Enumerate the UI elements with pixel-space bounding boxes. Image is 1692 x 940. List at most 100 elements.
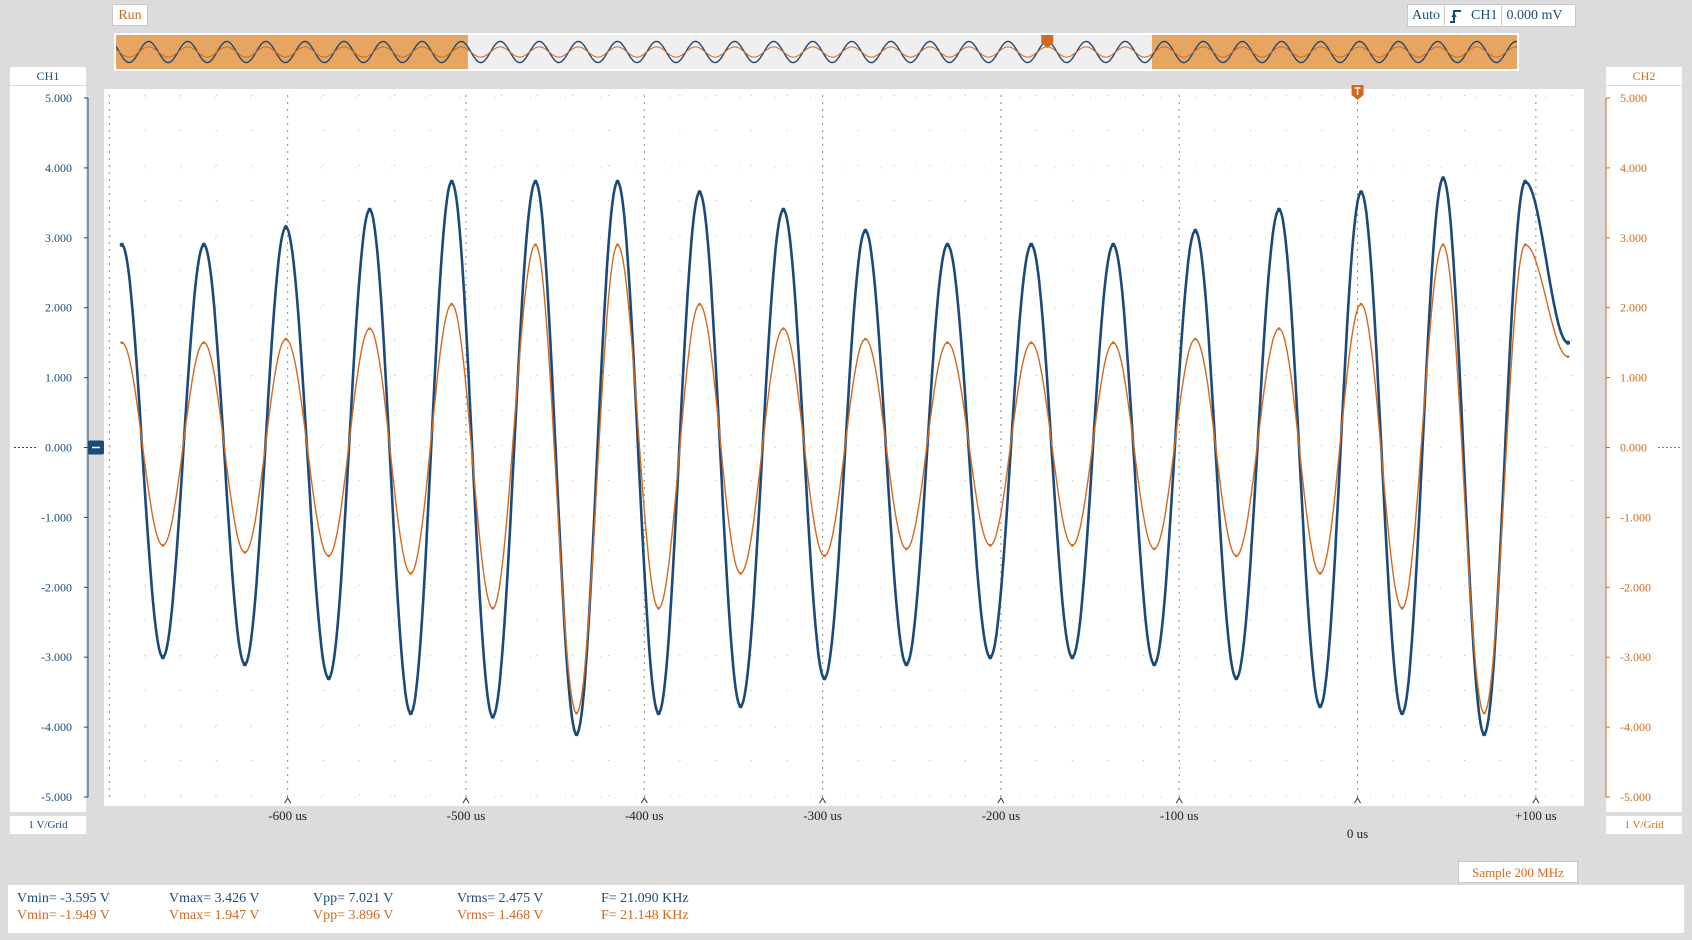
x-tick-label: -500 us	[447, 808, 486, 823]
x-tick-label: -200 us	[982, 808, 1021, 823]
ch1-y-tick-label: -5.000	[41, 790, 72, 804]
ch2-peak-point	[616, 243, 619, 247]
ch2-freq: F= 21.148 KHz	[601, 908, 689, 923]
ch2-y-tick-label: -4.000	[1620, 720, 1651, 734]
ch1-peak-point	[574, 731, 579, 737]
ch2-vmax: Vmax= 1.947 V	[169, 908, 260, 923]
ch2-y-tick-label: 1.000	[1620, 371, 1647, 385]
ch2-y-tick-label: -2.000	[1620, 580, 1651, 594]
ch2-peak-point	[863, 337, 867, 341]
ch1-y-tick-label: 1.000	[45, 371, 72, 385]
ch1-peak-point	[863, 228, 868, 234]
ch1-y-tick-label: 0.000	[45, 441, 72, 455]
ch1-peak-point	[283, 225, 289, 230]
sample-rate: Sample 200 MHz	[1458, 861, 1578, 883]
ch1-peak-point	[160, 655, 166, 660]
x-tick-label: -400 us	[625, 808, 664, 823]
ch2-vrms: Vrms= 1.468 V	[457, 908, 544, 923]
ch1-peak-point	[1193, 228, 1198, 234]
ch1-peak-point	[490, 714, 495, 719]
ch1-peak-point	[1565, 340, 1571, 345]
ch2-peak-point	[1152, 547, 1156, 551]
ch1-vmin: Vmin= -3.595 V	[17, 891, 110, 906]
ch1-peak-point	[781, 207, 786, 213]
ch1-peak-point	[1317, 703, 1323, 709]
ch2-peak-point	[284, 337, 288, 341]
ch2-scale-label[interactable]: 1 V/Grid	[1606, 816, 1682, 834]
ch1-peak-point	[367, 207, 372, 213]
x-tick-label: +100 us	[1515, 808, 1557, 823]
x-tick-label: -100 us	[1160, 808, 1199, 823]
ch2-peak-point	[1193, 337, 1197, 341]
ch2-peak-point	[781, 327, 785, 331]
ch2-peak-point	[1359, 302, 1363, 306]
ch2-peak-point	[368, 327, 372, 331]
ch2-peak-point	[202, 341, 206, 345]
ch2-peak-point	[946, 341, 949, 345]
oscilloscope-chart[interactable]: 5.000 5.000 4.000 4.000 3.000 3.000 2.000 2.000…	[0, 0, 1692, 860]
ch1-peak-point	[408, 710, 413, 716]
ch2-peak-point	[988, 543, 992, 547]
ch2-peak-point	[1277, 327, 1281, 331]
ch1-peak-point	[1029, 242, 1034, 247]
ch2-peak-point	[409, 571, 413, 575]
ch1-peak-point	[1399, 710, 1405, 716]
ch1-peak-point	[533, 179, 538, 185]
ch1-peak-point	[242, 661, 248, 667]
ch2-peak-point	[534, 243, 537, 247]
ch2-peak-point	[739, 571, 742, 575]
ch2-y-tick-label: -1.000	[1620, 510, 1651, 524]
measurements-panel: Vmin= -3.595 V Vmax= 3.426 V Vpp= 7.021 …	[8, 885, 1684, 933]
ch2-peak-point	[1111, 341, 1115, 345]
ch1-peak-point	[738, 703, 743, 709]
ch2-peak-point	[243, 550, 247, 554]
ch1-peak-point	[1440, 176, 1446, 181]
ch2-y-tick-label: -5.000	[1620, 790, 1651, 804]
ch2-peak-point	[575, 711, 578, 715]
ch1-peak-point	[615, 179, 620, 185]
ch1-freq: F= 21.090 KHz	[601, 891, 689, 906]
ch1-peak-point	[904, 661, 909, 667]
ch2-peak-point	[698, 302, 701, 306]
ch2-peak-point	[1029, 341, 1033, 345]
x-tick-label: -600 us	[268, 808, 307, 823]
x-tick-label: -300 us	[803, 808, 842, 823]
ch2-peak-point	[657, 606, 660, 610]
ch2-y-tick-label: 4.000	[1620, 161, 1647, 175]
ch1-peak-point	[201, 242, 207, 247]
ch1-peak-point	[1522, 179, 1528, 185]
ch1-peak-point	[1111, 242, 1116, 247]
ch1-vrms: Vrms= 2.475 V	[457, 891, 544, 906]
ch1-peak-point	[449, 179, 454, 185]
ch1-peak-point	[119, 242, 125, 247]
ch2-peak-point	[1234, 554, 1238, 558]
ch1-peak-point	[697, 190, 702, 195]
ch2-peak-point	[1523, 243, 1527, 247]
ch2-peak-point	[1400, 606, 1404, 610]
ch1-peak-point	[1234, 675, 1239, 681]
ch1-peak-point	[656, 710, 661, 716]
ch2-y-tick-label: 2.000	[1620, 301, 1647, 315]
ch1-peak-point	[1070, 655, 1075, 660]
ch1-y-tick-label: 4.000	[45, 161, 72, 175]
ch1-measurements: Vmin= -3.595 V Vmax= 3.426 V Vpp= 7.021 …	[17, 891, 1677, 908]
ch2-peak-point	[822, 554, 826, 558]
ch2-peak-point	[1441, 243, 1445, 247]
ch2-peak-point	[1070, 543, 1074, 547]
ch1-peak-point	[326, 675, 331, 681]
ch1-peak-point	[1481, 731, 1487, 737]
ch2-peak-point	[327, 554, 331, 558]
ch1-peak-point	[1276, 207, 1282, 213]
ch1-scale-label[interactable]: 1 V/Grid	[10, 816, 86, 834]
ch1-peak-point	[988, 655, 993, 660]
ch2-peak-point	[120, 341, 124, 345]
x-tick-label: 0 us	[1347, 826, 1368, 841]
ch2-peak-point	[491, 606, 495, 610]
ch2-vpp: Vpp= 3.896 V	[313, 908, 394, 923]
ch1-y-tick-label: 2.000	[45, 301, 72, 315]
ch1-y-tick-label: -3.000	[41, 650, 72, 664]
ch2-y-tick-label: 0.000	[1620, 441, 1647, 455]
ch1-peak-point	[1358, 190, 1364, 195]
ch2-peak-point	[905, 547, 908, 551]
ch1-y-tick-label: -2.000	[41, 580, 72, 594]
